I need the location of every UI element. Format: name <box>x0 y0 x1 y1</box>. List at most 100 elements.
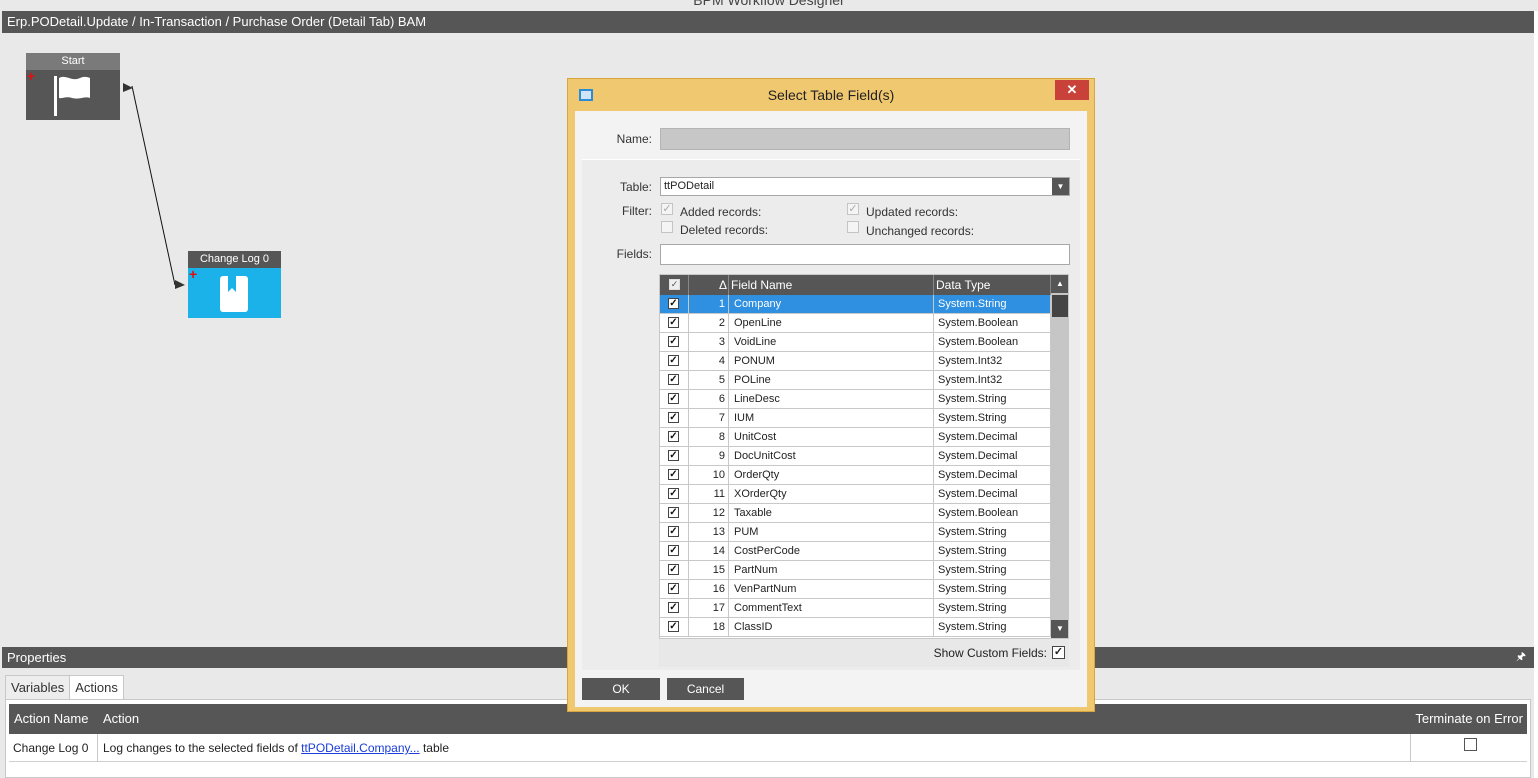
row-data-type: System.String <box>934 580 1051 599</box>
changelog-node[interactable]: Change Log 0 + <box>188 251 281 320</box>
table-row[interactable]: ✓ 5 POLine System.Int32 <box>660 371 1051 390</box>
custom-fields-bar: Show Custom Fields: ✓ <box>659 639 1069 667</box>
table-row[interactable]: ✓ 12 Taxable System.Boolean <box>660 504 1051 523</box>
row-checkbox[interactable]: ✓ <box>668 450 679 461</box>
row-checkbox[interactable]: ✓ <box>668 317 679 328</box>
row-data-type: System.String <box>934 295 1051 314</box>
table-row[interactable]: ✓ 17 CommentText System.String <box>660 599 1051 618</box>
fields-grid[interactable]: ✓ Δ Field Name Data Type ✓ 1 Company System… <box>659 274 1069 639</box>
row-checkbox[interactable]: ✓ <box>668 393 679 404</box>
updated-records-checkbox[interactable]: ✓ <box>847 203 859 215</box>
row-checkbox[interactable]: ✓ <box>668 355 679 366</box>
table-row[interactable]: ✓ 4 PONUM System.Int32 <box>660 352 1051 371</box>
unchanged-records-checkbox[interactable] <box>847 221 859 233</box>
table-row[interactable]: ✓ 1 Company System.String <box>660 295 1051 314</box>
table-row[interactable]: ✓ 6 LineDesc System.String <box>660 390 1051 409</box>
tab-actions[interactable]: Actions <box>69 675 124 701</box>
terminate-checkbox[interactable] <box>1464 738 1477 751</box>
table-row[interactable]: ✓ 2 OpenLine System.Boolean <box>660 314 1051 333</box>
row-checkbox[interactable]: ✓ <box>668 602 679 613</box>
start-node[interactable]: Start + <box>26 53 120 122</box>
row-checkbox[interactable]: ✓ <box>668 412 679 423</box>
table-row[interactable]: ✓ 11 XOrderQty System.Decimal <box>660 485 1051 504</box>
cancel-button[interactable]: Cancel <box>667 678 744 700</box>
deleted-records-checkbox[interactable] <box>661 221 673 233</box>
row-data-type: System.Boolean <box>934 333 1051 352</box>
col-action-name[interactable]: Action Name <box>14 704 88 734</box>
row-field-name: PartNum <box>729 561 934 580</box>
show-custom-fields-checkbox[interactable]: ✓ <box>1052 646 1065 659</box>
row-checkbox[interactable]: ✓ <box>668 374 679 385</box>
table-row[interactable]: ✓ 8 UnitCost System.Decimal <box>660 428 1051 447</box>
table-label: Table: <box>619 180 652 194</box>
row-number: 15 <box>689 561 729 580</box>
grid-scrollbar[interactable]: ▲ ▼ <box>1051 275 1068 638</box>
row-checkbox[interactable]: ✓ <box>668 431 679 442</box>
scroll-down-icon[interactable]: ▼ <box>1051 620 1068 638</box>
select-all-checkbox[interactable]: ✓ <box>669 279 680 290</box>
log-book-icon <box>220 276 248 312</box>
row-data-type: System.Decimal <box>934 447 1051 466</box>
row-field-name: XOrderQty <box>729 485 934 504</box>
row-field-name: LineDesc <box>729 390 934 409</box>
tab-variables[interactable]: Variables <box>5 675 71 700</box>
row-checkbox[interactable]: ✓ <box>668 507 679 518</box>
dialog-titlebar[interactable]: Select Table Field(s) ✕ <box>568 79 1094 111</box>
row-checkbox[interactable]: ✓ <box>668 545 679 556</box>
select-table-fields-dialog: Select Table Field(s) ✕ Name: Table: ttP… <box>567 78 1095 712</box>
row-field-name: IUM <box>729 409 934 428</box>
add-icon[interactable]: + <box>27 68 35 84</box>
sort-column-header[interactable]: Δ <box>689 275 729 295</box>
table-row[interactable]: ✓ 13 PUM System.String <box>660 523 1051 542</box>
col-action[interactable]: Action <box>103 704 139 734</box>
added-records-checkbox[interactable]: ✓ <box>661 203 673 215</box>
row-checkbox[interactable]: ✓ <box>668 469 679 480</box>
col-terminate[interactable]: Terminate on Error <box>1415 704 1523 734</box>
table-row[interactable]: ✓ 16 VenPartNum System.String <box>660 580 1051 599</box>
table-row[interactable]: ✓ 14 CostPerCode System.String <box>660 542 1051 561</box>
data-type-column-header[interactable]: Data Type <box>934 275 1051 295</box>
row-number: 10 <box>689 466 729 485</box>
row-data-type: System.Int32 <box>934 352 1051 371</box>
chevron-down-icon[interactable]: ▼ <box>1052 178 1069 195</box>
pin-icon[interactable]: 🖈 <box>1516 647 1526 668</box>
row-data-type: System.Decimal <box>934 485 1051 504</box>
fields-input[interactable] <box>660 244 1070 265</box>
grid-header: ✓ Δ Field Name Data Type <box>660 275 1051 295</box>
row-checkbox[interactable]: ✓ <box>668 298 679 309</box>
row-checkbox[interactable]: ✓ <box>668 526 679 537</box>
field-name-column-header[interactable]: Field Name <box>729 275 934 295</box>
row-number: 18 <box>689 618 729 637</box>
unchanged-records-label: Unchanged records: <box>866 224 975 238</box>
table-select[interactable]: ttPODetail ▼ <box>660 177 1070 196</box>
row-data-type: System.String <box>934 409 1051 428</box>
row-field-name: Taxable <box>729 504 934 523</box>
fields-label: Fields: <box>616 247 652 261</box>
row-checkbox[interactable]: ✓ <box>668 583 679 594</box>
row-data-type: System.String <box>934 599 1051 618</box>
table-row[interactable]: ✓ 18 ClassID System.String <box>660 618 1051 637</box>
table-row[interactable]: ✓ 10 OrderQty System.Decimal <box>660 466 1051 485</box>
table-row[interactable]: ✓ 7 IUM System.String <box>660 409 1051 428</box>
row-data-type: System.String <box>934 390 1051 409</box>
table-row[interactable]: ✓ 15 PartNum System.String <box>660 561 1051 580</box>
row-checkbox[interactable]: ✓ <box>668 621 679 632</box>
add-icon[interactable]: + <box>189 266 197 282</box>
name-label: Name: <box>616 132 652 146</box>
row-checkbox[interactable]: ✓ <box>668 336 679 347</box>
scroll-up-icon[interactable]: ▲ <box>1051 275 1068 293</box>
scroll-thumb[interactable] <box>1052 295 1068 317</box>
row-checkbox[interactable]: ✓ <box>668 564 679 575</box>
close-button[interactable]: ✕ <box>1055 80 1089 100</box>
row-checkbox[interactable]: ✓ <box>668 488 679 499</box>
table-row[interactable]: Change Log 0 Log changes to the selected… <box>9 734 1527 762</box>
table-row[interactable]: ✓ 3 VoidLine System.Boolean <box>660 333 1051 352</box>
row-field-name: POLine <box>729 371 934 390</box>
action-table-link[interactable]: ttPODetail.Company... <box>301 741 420 755</box>
row-data-type: System.String <box>934 523 1051 542</box>
row-field-name: PONUM <box>729 352 934 371</box>
ok-button[interactable]: OK <box>582 678 660 700</box>
row-number: 5 <box>689 371 729 390</box>
table-row[interactable]: ✓ 9 DocUnitCost System.Decimal <box>660 447 1051 466</box>
app-title: BPM Workflow Designer <box>693 0 845 8</box>
